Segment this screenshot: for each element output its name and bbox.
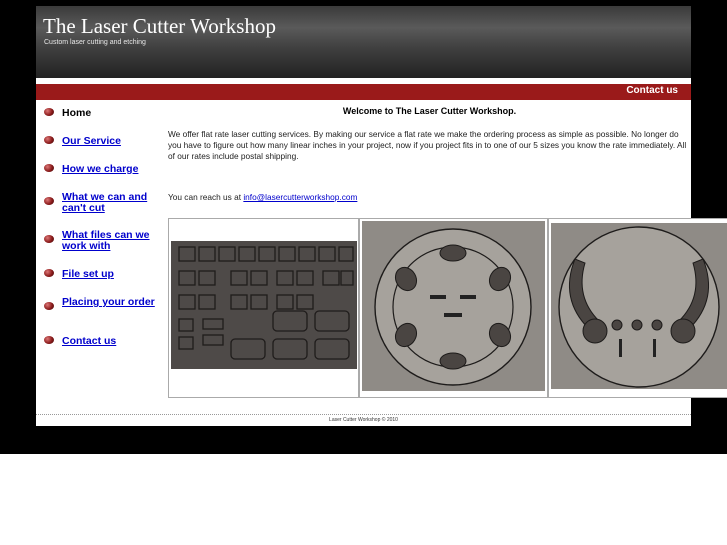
top-nav-bar: Contact us xyxy=(36,84,691,100)
intro-paragraph: We offer flat rate laser cutting service… xyxy=(168,129,687,161)
cut-pieces-grid-image xyxy=(169,219,358,397)
site-title: The Laser Cutter Workshop xyxy=(43,14,276,38)
sidebar-item-label[interactable]: What files can we work with xyxy=(62,230,164,252)
sidebar-item-label[interactable]: What we can and can't cut xyxy=(62,192,164,214)
page-title: Welcome to The Laser Cutter Workshop. xyxy=(342,106,517,116)
top-contact-link[interactable]: Contact us xyxy=(626,85,678,96)
photo-cut-pieces-grid xyxy=(168,218,359,398)
site-tagline: Custom laser cutting and etching xyxy=(44,39,146,46)
footer-text: Laser Cutter Workshop © 2010 xyxy=(329,417,398,423)
sidebar-item-label[interactable]: Contact us xyxy=(62,336,164,347)
disc-image xyxy=(360,219,547,397)
bullet-icon xyxy=(41,197,54,206)
contact-prefix: You can reach us at xyxy=(168,192,244,202)
bullet-icon xyxy=(41,235,54,244)
photo-gallery xyxy=(168,218,727,398)
bullet-icon xyxy=(41,336,54,345)
footer-divider xyxy=(36,414,691,415)
bullet-icon xyxy=(41,108,54,117)
bullet-icon xyxy=(41,269,54,278)
sidebar-item-label[interactable]: How we charge xyxy=(62,164,164,175)
sidebar-item-label[interactable]: Our Service xyxy=(62,136,164,147)
contact-email-link[interactable]: info@lasercutterworkshop.com xyxy=(243,192,357,202)
photo-arc-disc xyxy=(548,218,727,398)
bullet-icon xyxy=(41,164,54,173)
contact-line: You can reach us at info@lasercutterwork… xyxy=(168,192,688,202)
sidebar-item-label[interactable]: File set up xyxy=(62,269,164,280)
sidebar-item-label[interactable]: Placing your order xyxy=(62,297,164,308)
photo-disc xyxy=(359,218,548,398)
bullet-icon xyxy=(41,136,54,145)
sidebar-item-label: Home xyxy=(62,107,92,119)
site-header: The Laser Cutter Workshop Custom laser c… xyxy=(36,6,691,78)
arc-disc-image xyxy=(549,219,727,397)
bullet-icon xyxy=(41,302,54,311)
